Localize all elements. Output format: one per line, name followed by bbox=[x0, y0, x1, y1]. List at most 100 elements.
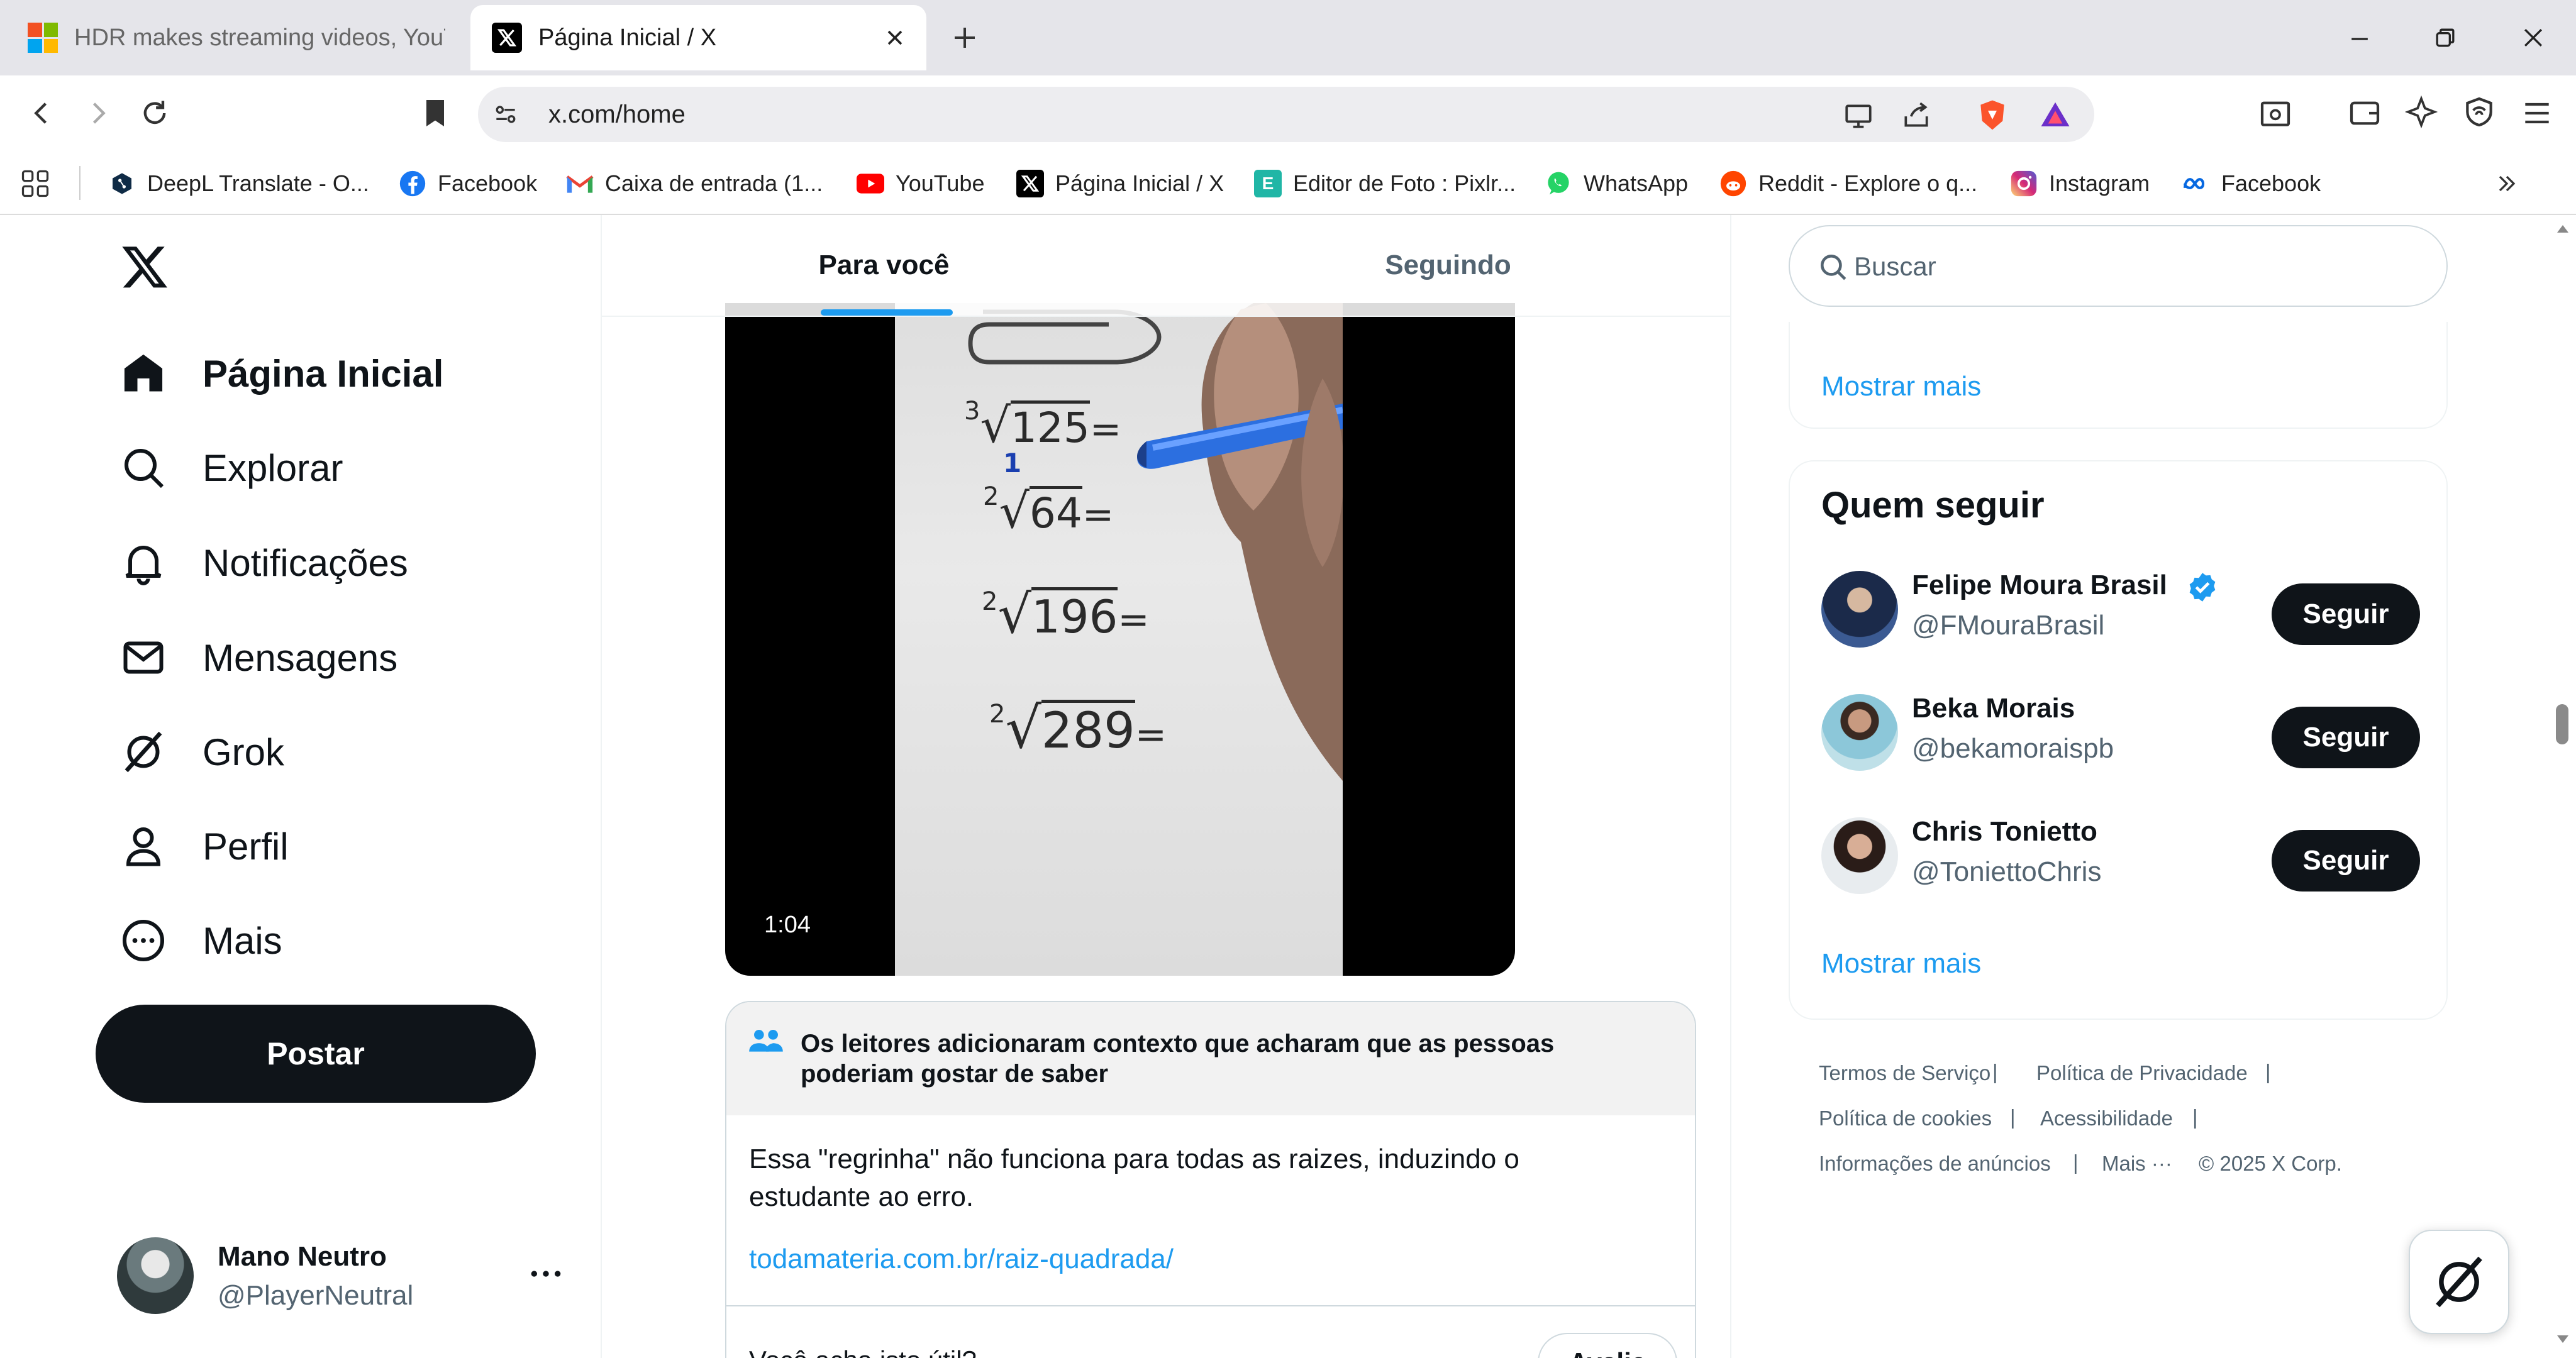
reload-icon[interactable] bbox=[138, 97, 171, 130]
facebook-icon bbox=[399, 170, 426, 197]
show-more-link[interactable]: Mostrar mais bbox=[1821, 948, 1981, 980]
follow-button[interactable]: Seguir bbox=[2272, 583, 2420, 645]
windows-logo-icon bbox=[28, 23, 58, 53]
active-tab-indicator bbox=[821, 309, 953, 316]
bookmark-instagram[interactable]: Instagram bbox=[2010, 165, 2150, 202]
back-icon[interactable] bbox=[25, 97, 58, 130]
note-body: Essa "regrinha" não funciona para todas … bbox=[749, 1144, 1519, 1212]
tab-title: HDR makes streaming videos, YouTub bbox=[74, 24, 445, 51]
rate-button[interactable]: Avalie bbox=[1538, 1333, 1677, 1358]
gmail-icon bbox=[566, 170, 594, 197]
main-timeline: 1 3√125= 2√64= 2√196= 2√289= 1:04 Para v… bbox=[601, 215, 1731, 1358]
footer-link[interactable]: Acessibilidade bbox=[2040, 1107, 2173, 1130]
video-player[interactable]: 1 3√125= 2√64= 2√196= 2√289= 1:04 bbox=[725, 303, 1515, 976]
footer-separator: | bbox=[2192, 1105, 2198, 1129]
x-home-page: Página Inicial Explorar Notificações Men… bbox=[0, 215, 2576, 1358]
more-circle-icon bbox=[119, 917, 167, 964]
show-more-link[interactable]: Mostrar mais bbox=[1821, 371, 1981, 402]
grok-fab[interactable] bbox=[2409, 1230, 2509, 1334]
close-tab-icon[interactable] bbox=[882, 25, 908, 50]
follow-suggestion[interactable]: Chris Tonietto @ToniettoChris Seguir bbox=[1790, 809, 2449, 915]
minimize-icon[interactable] bbox=[2346, 25, 2373, 53]
bookmark-reddit[interactable]: Reddit - Explore o q... bbox=[1719, 165, 1977, 202]
nav-messages[interactable]: Mensagens bbox=[119, 626, 397, 689]
footer-link[interactable]: Política de Privacidade bbox=[2036, 1061, 2248, 1085]
browser-tab[interactable]: HDR makes streaming videos, YouTub bbox=[13, 5, 453, 70]
scroll-down-arrow-icon[interactable] bbox=[2556, 1334, 2570, 1344]
vpn-icon[interactable] bbox=[2462, 94, 2497, 130]
leo-ai-icon[interactable] bbox=[2404, 94, 2439, 130]
nav-more[interactable]: Mais bbox=[119, 909, 282, 972]
menu-icon[interactable] bbox=[2519, 96, 2555, 131]
tab-seguindo[interactable]: Seguindo bbox=[1166, 215, 1730, 316]
new-tab-icon[interactable] bbox=[950, 23, 980, 53]
bookmark-gmail[interactable]: Caixa de entrada (1... bbox=[566, 165, 823, 202]
bell-icon bbox=[119, 539, 167, 587]
search-input[interactable]: Buscar bbox=[1854, 251, 1936, 282]
youtube-icon bbox=[857, 170, 884, 197]
footer-link[interactable]: Termos de Serviço bbox=[1819, 1061, 1990, 1085]
address-bar[interactable]: x.com/home bbox=[478, 87, 2094, 142]
tab-title: Página Inicial / X bbox=[538, 24, 717, 51]
hand-with-pen-image bbox=[1137, 303, 1343, 781]
search-box[interactable]: Buscar bbox=[1789, 225, 2448, 307]
bookmark-x[interactable]: Página Inicial / X bbox=[1016, 165, 1224, 202]
bookmark-youtube[interactable]: YouTube bbox=[857, 165, 984, 202]
search-icon bbox=[119, 444, 167, 492]
address-text[interactable]: x.com/home bbox=[548, 101, 686, 129]
scroll-up-arrow-icon[interactable] bbox=[2556, 224, 2570, 234]
follow-button[interactable]: Seguir bbox=[2272, 830, 2420, 892]
bookmark-meta[interactable]: Facebook bbox=[2182, 165, 2321, 202]
nav-profile[interactable]: Perfil bbox=[119, 815, 289, 878]
follow-button[interactable]: Seguir bbox=[2272, 707, 2420, 768]
account-name: Mano Neutro bbox=[218, 1241, 387, 1272]
post-button[interactable]: Postar bbox=[96, 1005, 536, 1103]
account-more-icon[interactable] bbox=[528, 1261, 564, 1286]
share-icon[interactable] bbox=[1901, 99, 1932, 131]
nav-explore[interactable]: Explorar bbox=[119, 436, 343, 499]
site-settings-icon[interactable] bbox=[492, 101, 519, 128]
footer-separator: | bbox=[2073, 1151, 2079, 1174]
forward-icon[interactable] bbox=[82, 97, 114, 130]
bookmark-deepl[interactable]: DeepL Translate - O... bbox=[108, 165, 369, 202]
nav-home[interactable]: Página Inicial bbox=[119, 342, 443, 405]
bookmark-facebook[interactable]: Facebook bbox=[399, 165, 537, 202]
footer-separator: | bbox=[1992, 1060, 1998, 1083]
restore-icon[interactable] bbox=[2431, 24, 2459, 52]
reader-mode-icon[interactable] bbox=[2258, 96, 2293, 131]
community-note: Os leitores adicionaram contexto que ach… bbox=[725, 1001, 1696, 1358]
nav-grok[interactable]: Grok bbox=[119, 720, 284, 783]
avatar bbox=[1821, 571, 1898, 648]
browser-tab-active[interactable]: Página Inicial / X bbox=[470, 5, 926, 70]
bookmark-whatsapp[interactable]: WhatsApp bbox=[1545, 165, 1688, 202]
page-scrollbar[interactable] bbox=[2550, 215, 2576, 1358]
deepl-icon bbox=[108, 170, 136, 197]
scrollbar-thumb[interactable] bbox=[2556, 704, 2568, 744]
apps-grid-icon[interactable] bbox=[19, 167, 52, 200]
footer-link[interactable]: Informações de anúncios bbox=[1819, 1152, 2051, 1176]
nav-notifications[interactable]: Notificações bbox=[119, 531, 408, 594]
footer-link[interactable]: Mais ··· bbox=[2102, 1152, 2172, 1176]
pixlr-icon: E bbox=[1254, 170, 1282, 197]
close-window-icon[interactable] bbox=[2519, 24, 2547, 52]
note-link[interactable]: todamateria.com.br/raiz-quadrada/ bbox=[749, 1244, 1174, 1275]
grok-icon bbox=[119, 728, 167, 776]
note-question: Você acha isto útil? bbox=[749, 1345, 977, 1358]
tab-para-voce[interactable]: Para você bbox=[602, 215, 1166, 316]
instagram-icon bbox=[2010, 170, 2038, 197]
more-bookmarks-icon[interactable] bbox=[2493, 170, 2521, 197]
account-switcher[interactable]: Mano Neutro @PlayerNeutral bbox=[117, 1235, 570, 1317]
wallet-icon[interactable] bbox=[2347, 96, 2382, 131]
follow-suggestion[interactable]: Beka Morais @bekamoraispb Seguir bbox=[1790, 685, 2449, 792]
cast-icon[interactable] bbox=[1843, 99, 1874, 131]
copyright: © 2025 X Corp. bbox=[2199, 1152, 2342, 1175]
note-divider bbox=[726, 1305, 1695, 1306]
footer-link[interactable]: Política de cookies bbox=[1819, 1107, 1992, 1130]
note-header: Os leitores adicionaram contexto que ach… bbox=[726, 1002, 1695, 1115]
brave-rewards-icon[interactable] bbox=[2038, 98, 2073, 132]
brave-shields-icon[interactable] bbox=[1975, 97, 2010, 133]
bookmark-pixlr[interactable]: E Editor de Foto : Pixlr... bbox=[1254, 165, 1516, 202]
bookmark-icon[interactable] bbox=[418, 94, 453, 132]
follow-suggestion[interactable]: Felipe Moura Brasil @FMouraBrasil Seguir bbox=[1790, 562, 2449, 669]
x-home-logo-icon[interactable] bbox=[119, 241, 170, 292]
